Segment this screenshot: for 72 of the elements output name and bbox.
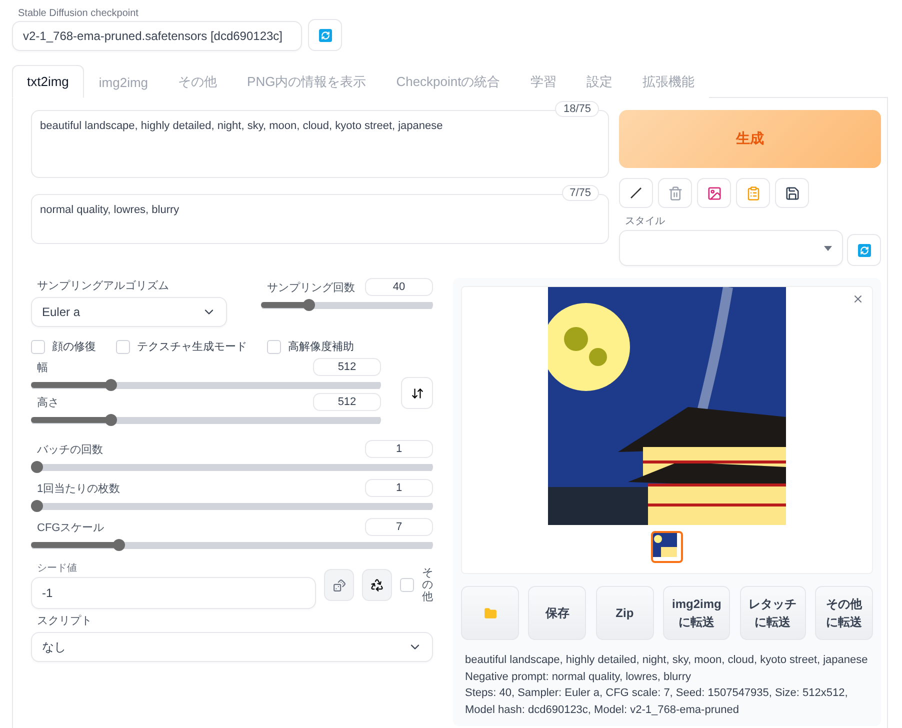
generation-info-text: Negative prompt: normal quality, lowres, blurry [465, 670, 692, 684]
generation-info-text: Steps: 40, Sampler: Euler a, CFG scale: 7, Seed: 1507547935, Size: 512x512, Model hash: dcd690123c, Model: v2-1_768-ema-pruned [465, 686, 849, 718]
tool-button[interactable] [775, 178, 809, 208]
slider-handle[interactable] [105, 379, 118, 391]
close-icon [852, 293, 864, 305]
generation-info-text: beautiful landscape, highly detailed, night, sky, moon, cloud, kyoto street, japanese [465, 653, 869, 668]
dice-button[interactable] [324, 569, 354, 601]
output-button[interactable]: その他 に転送 [814, 586, 873, 640]
number-field[interactable]: 40 [365, 278, 433, 296]
refresh-icon [858, 244, 870, 256]
recycle-icon [370, 578, 384, 592]
checkbox[interactable] [31, 340, 45, 354]
trash-icon [668, 186, 682, 200]
checkbox[interactable] [267, 340, 281, 354]
sampler-dropdown[interactable]: Euler a [31, 297, 227, 327]
number-field[interactable]: 512 [313, 393, 381, 411]
swap-button[interactable] [401, 377, 433, 409]
slider-handle[interactable] [31, 461, 43, 473]
folder-icon [484, 606, 496, 620]
caret-icon [824, 246, 832, 250]
swap-arrows-icon [410, 386, 424, 400]
sampler-label: サンプリングアルゴリズム [37, 278, 170, 293]
slider-label: サンプリング回数 [267, 280, 355, 294]
seed-field[interactable]: -1 [31, 577, 316, 609]
slider-track[interactable] [31, 500, 433, 512]
slider-handle[interactable] [302, 299, 315, 311]
refresh-button[interactable] [847, 234, 881, 266]
checkbox[interactable] [400, 578, 414, 592]
number-field[interactable]: 1 [365, 440, 433, 458]
slider-handle[interactable] [31, 500, 43, 512]
slider-label: バッチの回数 [37, 442, 103, 456]
slider-label: 高さ [37, 396, 59, 410]
slider-track[interactable] [261, 299, 433, 311]
output-button[interactable]: Zip [596, 586, 654, 640]
slider-label: CFGスケール [37, 520, 104, 534]
tool-button[interactable] [697, 178, 731, 208]
slider-track[interactable] [31, 414, 381, 426]
refresh-button[interactable] [308, 19, 342, 51]
script-label: スクリプト [37, 614, 93, 628]
output-button[interactable]: レタッチ に転送 [740, 586, 806, 640]
slider-track[interactable] [31, 461, 433, 473]
slider-label: 1回当たりの枚数 [37, 482, 120, 496]
slider-handle[interactable] [112, 539, 125, 551]
token-count: 7/75 [562, 185, 599, 201]
tab[interactable]: txt2img [12, 65, 84, 98]
output-button[interactable]: 保存 [528, 586, 586, 640]
checkpoint-dropdown[interactable]: v2-1_768-ema-pruned.safetensors [dcd690123c] [12, 21, 302, 51]
number-field[interactable]: 1 [365, 479, 433, 497]
dice-icon [332, 578, 346, 592]
checkbox-option[interactable]: 顔の修復 [31, 339, 96, 354]
checkbox-option[interactable]: テクスチャ生成モード [116, 339, 247, 354]
checkbox-option[interactable]: 高解像度補助 [267, 339, 354, 354]
seed-label: シード値 [37, 562, 78, 575]
checkbox[interactable] [116, 340, 130, 354]
slider-track[interactable] [31, 379, 381, 391]
checkpoint-label: Stable Diffusion checkpoint [18, 8, 140, 19]
slider-label: 幅 [37, 360, 48, 374]
slider-track[interactable] [31, 539, 433, 551]
extra-label: その他 [422, 566, 433, 604]
clipboard-icon [746, 186, 760, 200]
recycle-button[interactable] [362, 569, 392, 601]
styles-label: スタイル [625, 215, 666, 228]
token-count: 18/75 [555, 101, 599, 117]
script-dropdown[interactable]: なし [31, 632, 433, 662]
refresh-icon [318, 28, 332, 42]
pencil-icon [630, 187, 642, 199]
slider-handle[interactable] [105, 414, 118, 426]
number-field[interactable]: 512 [313, 358, 381, 376]
picture-icon [706, 186, 722, 200]
output-button[interactable]: img2img に転送 [662, 586, 730, 640]
thumbnail[interactable] [651, 531, 683, 563]
number-field[interactable]: 7 [365, 518, 433, 536]
